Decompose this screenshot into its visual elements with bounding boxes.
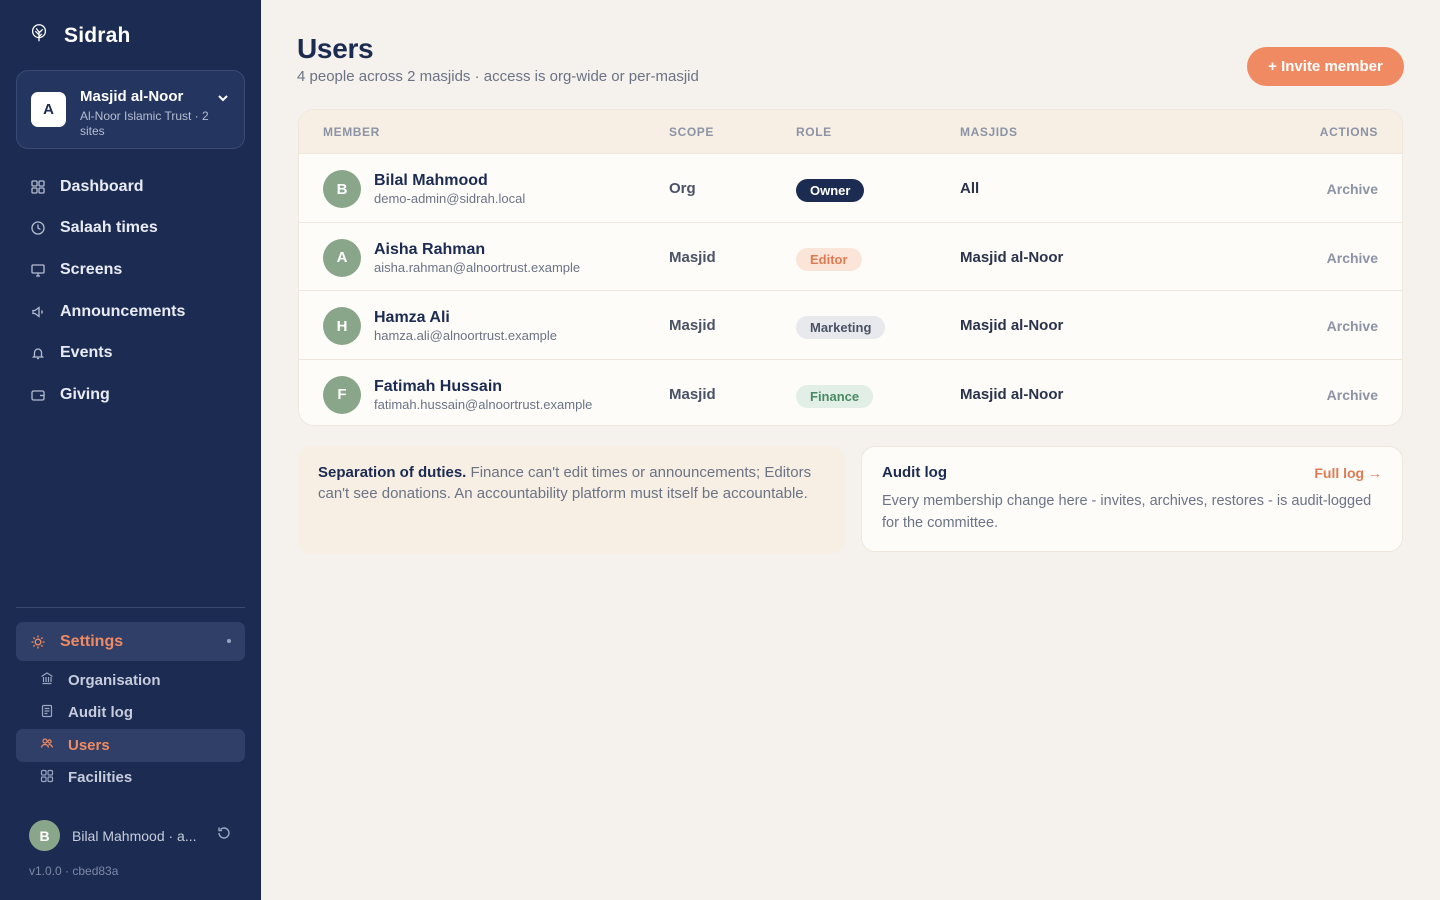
column-header-actions: ACTIONS [1319, 125, 1378, 139]
column-header-role: ROLE [796, 125, 832, 139]
member-email: aisha.rahman@alnoortrust.example [374, 259, 581, 275]
sidebar: Sidrah A Masjid al-Noor Al-Noor Islamic … [0, 0, 261, 900]
table-row: F Fatimah Hussain fatimah.hussain@alnoor… [299, 358, 1402, 426]
audit-log-title: Audit log [882, 464, 947, 481]
collapse-dot-icon [227, 639, 231, 643]
column-header-masjids: MASJIDS [960, 125, 1018, 139]
subnav-label: Audit log [68, 704, 133, 722]
settings-label: Settings [60, 632, 124, 650]
separation-of-duties-note: Separation of duties. Finance can't edit… [298, 446, 845, 554]
member-scope: Masjid [669, 248, 716, 266]
nav-label: Salaah times [60, 219, 158, 237]
org-subtitle: Al-Noor Islamic Trust · 2 sites [80, 109, 209, 138]
archive-button[interactable]: Archive [1327, 387, 1378, 403]
subnav-item-users[interactable]: Users [16, 729, 245, 762]
member-email: demo-admin@sidrah.local [374, 191, 526, 206]
nav-item-salaah-times[interactable]: Salaah times [16, 208, 245, 250]
member-masjids: Masjid al-Noor [960, 248, 1064, 266]
building-icon [40, 671, 54, 689]
version-label: v1.0.0 · cbed83a [29, 864, 119, 878]
subnav-item-organisation[interactable]: Organisation [16, 664, 245, 697]
table-row: H Hamza Ali hamza.ali@alnoortrust.exampl… [299, 290, 1402, 359]
org-avatar: A [31, 92, 66, 127]
nav-item-giving[interactable]: Giving [16, 374, 245, 416]
role-badge: Finance [796, 384, 874, 408]
column-header-scope: SCOPE [669, 125, 715, 139]
grid-icon [40, 769, 54, 787]
audit-log-text: Every membership change here - invites, … [882, 493, 1372, 531]
grid-icon [30, 179, 46, 195]
audit-log-card: Audit log Full log → Every membership ch… [861, 446, 1403, 552]
table-row: B Bilal Mahmood demo-admin@sidrah.local … [299, 153, 1402, 222]
member-email: hamza.ali@alnoortrust.example [374, 328, 558, 343]
sun-icon [30, 634, 46, 650]
table-row: A Aisha Rahman aisha.rahman@alnoortrust.… [299, 221, 1402, 291]
role-badge: Owner [796, 179, 865, 202]
member-name: Hamza Ali [374, 309, 450, 326]
invite-member-button[interactable]: + Invite member [1247, 47, 1404, 86]
document-icon [40, 704, 54, 722]
megaphone-icon [30, 304, 46, 320]
org-name: Masjid al-Noor [80, 88, 184, 105]
subnav-item-facilities[interactable]: Facilities [16, 762, 245, 795]
nav-item-dashboard[interactable]: Dashboard [16, 166, 245, 208]
subnav-label: Users [68, 736, 110, 754]
page-title: Users [297, 33, 374, 64]
archive-button[interactable]: Archive [1327, 250, 1378, 266]
member-name: Bilal Mahmood [374, 172, 488, 189]
member-masjids: Masjid al-Noor [960, 385, 1064, 403]
nav-label: Dashboard [60, 177, 144, 195]
nav-item-events[interactable]: Events [16, 332, 245, 374]
users-icon [40, 736, 54, 754]
avatar: H [323, 307, 361, 345]
brand[interactable]: Sidrah [28, 22, 131, 49]
nav-label: Events [60, 344, 113, 362]
nav-label: Giving [60, 385, 110, 403]
avatar: B [323, 170, 361, 208]
monitor-icon [30, 262, 46, 278]
avatar: A [323, 238, 361, 277]
bell-icon [30, 345, 46, 361]
nav-label: Screens [60, 260, 123, 278]
avatar: B [29, 820, 60, 851]
member-name: Fatimah Hussain [374, 377, 503, 395]
full-log-link[interactable]: Full log → [1314, 465, 1382, 481]
member-scope: Masjid [669, 385, 716, 403]
refresh-icon[interactable] [208, 825, 232, 846]
nav-item-announcements[interactable]: Announcements [16, 291, 245, 333]
nav-label: Announcements [60, 302, 186, 320]
subnav-label: Organisation [68, 671, 161, 689]
current-user[interactable]: B Bilal Mahmood · a... [29, 820, 239, 851]
archive-button[interactable]: Archive [1327, 318, 1378, 334]
table-header: MEMBER SCOPE ROLE MASJIDS ACTIONS [299, 110, 1402, 153]
member-masjids: Masjid al-Noor [960, 317, 1064, 334]
column-header-member: MEMBER [323, 125, 380, 139]
duties-lead: Separation of duties. [318, 464, 467, 481]
member-scope: Org [669, 180, 696, 197]
users-table: MEMBER SCOPE ROLE MASJIDS ACTIONS B Bila… [298, 109, 1403, 426]
brand-name: Sidrah [64, 23, 131, 47]
avatar: F [323, 375, 361, 414]
member-email: fatimah.hussain@alnoortrust.example [374, 396, 593, 412]
wallet-icon [30, 387, 46, 403]
settings-subnav: Organisation Audit log Users Facilities [16, 664, 245, 794]
main-nav: Dashboard Salaah times Screens Announcem… [16, 166, 245, 416]
clock-icon [30, 220, 46, 236]
role-badge: Marketing [796, 316, 886, 339]
user-name: Bilal Mahmood · a... [72, 827, 196, 844]
nav-item-settings[interactable]: Settings [16, 622, 245, 661]
member-name: Aisha Rahman [374, 240, 486, 258]
archive-button[interactable]: Archive [1327, 181, 1378, 197]
member-scope: Masjid [669, 317, 716, 334]
nav-item-screens[interactable]: Screens [16, 249, 245, 291]
role-badge: Editor [796, 247, 862, 271]
sidebar-divider [16, 607, 245, 608]
member-masjids: All [960, 180, 980, 197]
subnav-item-audit-log[interactable]: Audit log [16, 697, 245, 730]
tree-logo-icon [28, 22, 50, 49]
page-subtitle: 4 people across 2 masjids · access is or… [297, 68, 699, 85]
subnav-label: Facilities [68, 769, 133, 787]
org-switcher[interactable]: A Masjid al-Noor Al-Noor Islamic Trust ·… [16, 70, 245, 149]
